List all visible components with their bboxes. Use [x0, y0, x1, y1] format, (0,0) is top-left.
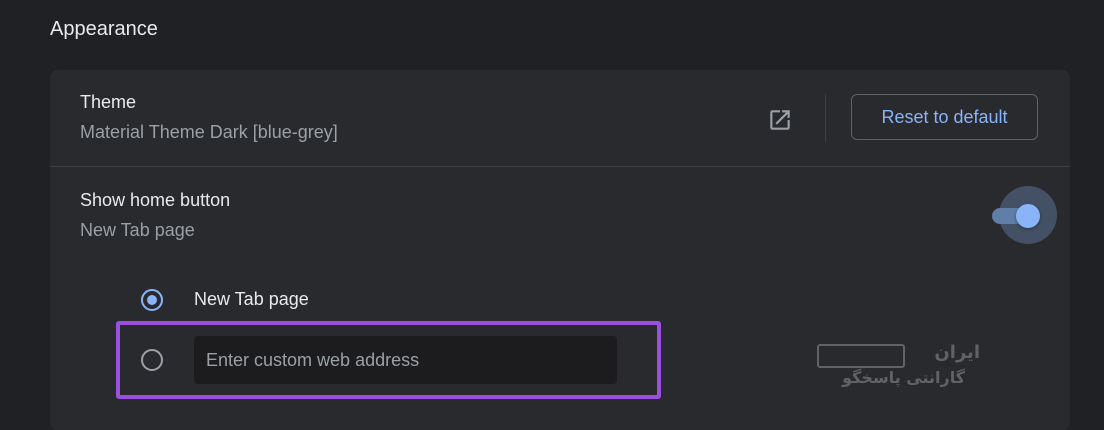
- section-title: Appearance: [50, 18, 158, 40]
- theme-value: Material Theme Dark [blue-grey]: [80, 122, 338, 142]
- open-theme-link[interactable]: [762, 102, 798, 138]
- radio-custom-address[interactable]: [141, 349, 163, 371]
- watermark-logo: ایران گارانتی پاسخگو: [815, 340, 985, 396]
- custom-web-address-input[interactable]: [194, 336, 617, 384]
- watermark-line1: ایران: [934, 342, 980, 363]
- watermark-line2: گارانتی پاسخگو: [842, 368, 965, 387]
- toggle-knob: [1016, 204, 1040, 228]
- show-home-button-label: Show home button: [80, 190, 231, 210]
- theme-row: Theme Material Theme Dark [blue-grey] Re…: [50, 70, 1070, 167]
- watermark-logo-box: [817, 344, 905, 368]
- divider: [825, 94, 826, 142]
- open-in-new-icon: [770, 110, 790, 130]
- reset-to-default-button[interactable]: Reset to default: [851, 94, 1038, 140]
- show-home-button-toggle[interactable]: [992, 186, 1057, 244]
- radio-new-tab-page[interactable]: [141, 289, 163, 311]
- radio-new-tab-page-label[interactable]: New Tab page: [194, 289, 309, 310]
- show-home-button-value: New Tab page: [80, 220, 195, 240]
- theme-label: Theme: [80, 92, 137, 112]
